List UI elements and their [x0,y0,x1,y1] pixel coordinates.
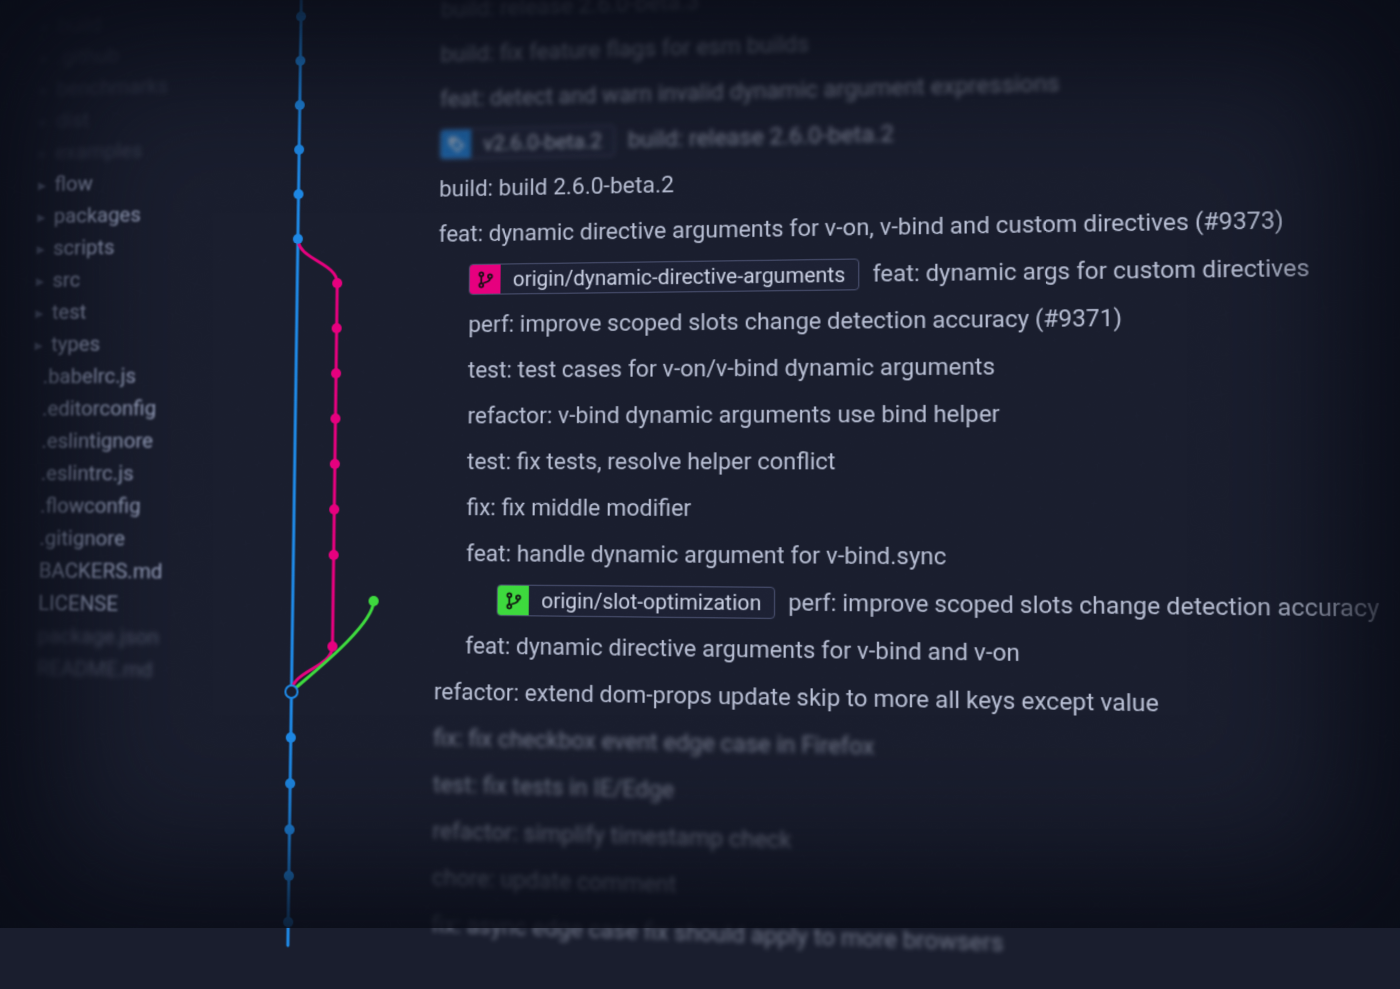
commit-message: build: release 2.6.0-beta.3 [441,0,699,23]
tree-item-label: benchmarks [56,75,168,102]
commit-message: feat: detect and warn invalid dynamic ar… [440,70,1060,112]
tree-folder-flow[interactable]: ▶ flow [14,165,259,202]
chevron-right-icon: ▶ [36,244,46,254]
commit-row[interactable]: fix: fix middle modifier [254,485,1400,536]
ref-pill[interactable]: v2.6.0-beta.2 [440,125,616,160]
tree-item-label: flow [54,172,93,197]
commit-message: feat: dynamic directive arguments for v-… [439,207,1284,247]
tree-file-backers-md[interactable]: BACKERS.md [6,555,254,590]
chevron-right-icon: ▶ [34,340,44,350]
chevron-right-icon: ▶ [38,117,48,127]
chevron-right-icon: ▶ [37,180,47,190]
commit-message: build: release 2.6.0-beta.2 [628,121,894,153]
ref-pill[interactable]: origin/dynamic-directive-arguments [469,258,860,294]
tree-item-label: README.md [37,657,153,683]
tree-item-label: dist [56,109,90,134]
commit-list: build: release 2.6.0-beta.3 build: fix fe… [247,0,1400,985]
tree-item-label: BACKERS.md [39,559,163,584]
tree-item-label: build [58,13,102,38]
ref-pill-label: v2.6.0-beta.2 [471,128,614,156]
tree-file-readme-md[interactable]: README.md [4,652,252,689]
tree-item-label: .gitignore [39,527,125,552]
tree-item-label: LICENSE [38,592,118,617]
commit-row[interactable]: test: fix tests, resolve helper conflict [254,437,1400,486]
tree-item-label: package.json [37,624,159,650]
tree-item-label: scripts [53,236,115,261]
tree-file--editorconfig[interactable]: .editorconfig [9,392,256,425]
tree-item-label: examples [55,139,143,165]
commit-message: refactor: v-bind dynamic arguments use b… [467,401,1000,429]
commit-row[interactable]: test: test cases for v-on/v-bind dynamic… [256,339,1400,394]
commit-message: feat: handle dynamic argument for v-bind… [466,541,946,571]
tree-item-label: .eslintignore [41,429,153,453]
git-branch-icon [470,264,501,295]
commit-row[interactable]: refactor: v-bind dynamic arguments use b… [255,388,1400,439]
tree-file--flowconfig[interactable]: .flowconfig [7,490,254,523]
tree-item-label: .editorconfig [42,397,156,422]
tree-file--eslintignore[interactable]: .eslintignore [8,425,255,458]
commit-message: fix: async edge case fix should apply to… [431,911,1003,957]
commit-message: fix: fix middle modifier [466,495,691,522]
commit-message: test: fix tests, resolve helper conflict [467,449,836,476]
commit-message: feat: dynamic directive arguments for v-… [465,633,1020,667]
git-history-panel: build: release 2.6.0-beta.3 build: fix fe… [247,0,1400,989]
tree-file--babelrc-js[interactable]: .babelrc.js [10,360,257,394]
commit-message: perf: improve scoped slots change detect… [468,305,1122,338]
ref-pill-label: origin/dynamic-directive-arguments [500,262,858,292]
ref-pill[interactable]: origin/slot-optimization [497,584,776,619]
tree-item-label: .github [57,44,119,70]
tree-file--gitignore[interactable]: .gitignore [6,523,254,557]
tree-item-label: .flowconfig [40,494,141,519]
tag-icon [441,128,472,159]
chevron-right-icon: ▶ [36,212,46,222]
chevron-right-icon: ▶ [34,308,44,318]
chevron-right-icon: ▶ [39,85,49,95]
tree-folder-examples[interactable]: ▶ examples [15,132,260,170]
tree-item-label: .eslintrc.js [41,462,134,486]
file-tree-sidebar: ▶build▶.github▶benchmarks▶dist▶examples▶… [0,0,262,946]
git-branch-icon [498,584,529,616]
tree-folder-scripts[interactable]: ▶ scripts [13,229,259,265]
chevron-right-icon: ▶ [38,148,48,158]
chevron-right-icon: ▶ [40,22,50,32]
tree-file-package-json[interactable]: package.json [4,620,252,656]
commit-message: feat: dynamic args for custom directives [872,255,1309,288]
tree-folder-packages[interactable]: ▶ packages [13,197,259,234]
tree-item-label: .babelrc.js [43,365,137,390]
tree-item-label: packages [54,203,142,229]
commit-message: test: fix tests in IE/Edge [433,772,674,804]
tree-item-label: src [52,268,80,292]
commit-message: test: test cases for v-on/v-bind dynamic… [468,354,995,384]
tree-folder-src[interactable]: ▶ src [12,262,258,298]
commit-message: build: build 2.6.0-beta.2 [439,172,674,202]
tree-item-label: test [52,301,87,325]
tree-file--eslintrc-js[interactable]: .eslintrc.js [8,458,255,491]
chevron-right-icon: ▶ [35,276,45,286]
commit-message: fix: fix checkbox event edge case in Fir… [433,725,874,760]
commit-message: refactor: simplify timestamp check [432,818,791,854]
app-root: ▶build▶.github▶benchmarks▶dist▶examples▶… [0,0,1400,989]
commit-message: perf: improve scoped slots change detect… [788,590,1380,623]
commit-message: build: fix feature flags for esm builds [440,31,809,67]
tree-folder-types[interactable]: ▶ types [11,327,257,361]
chevron-right-icon: ▶ [40,53,50,63]
tree-file-license[interactable]: LICENSE [5,587,253,622]
tree-item-label: types [51,333,100,358]
tree-folder-test[interactable]: ▶ test [11,294,257,329]
ref-pill-label: origin/slot-optimization [529,588,775,616]
commit-message: refactor: extend dom-props update skip t… [434,679,1159,718]
commit-message: chore: update comment [432,865,677,899]
